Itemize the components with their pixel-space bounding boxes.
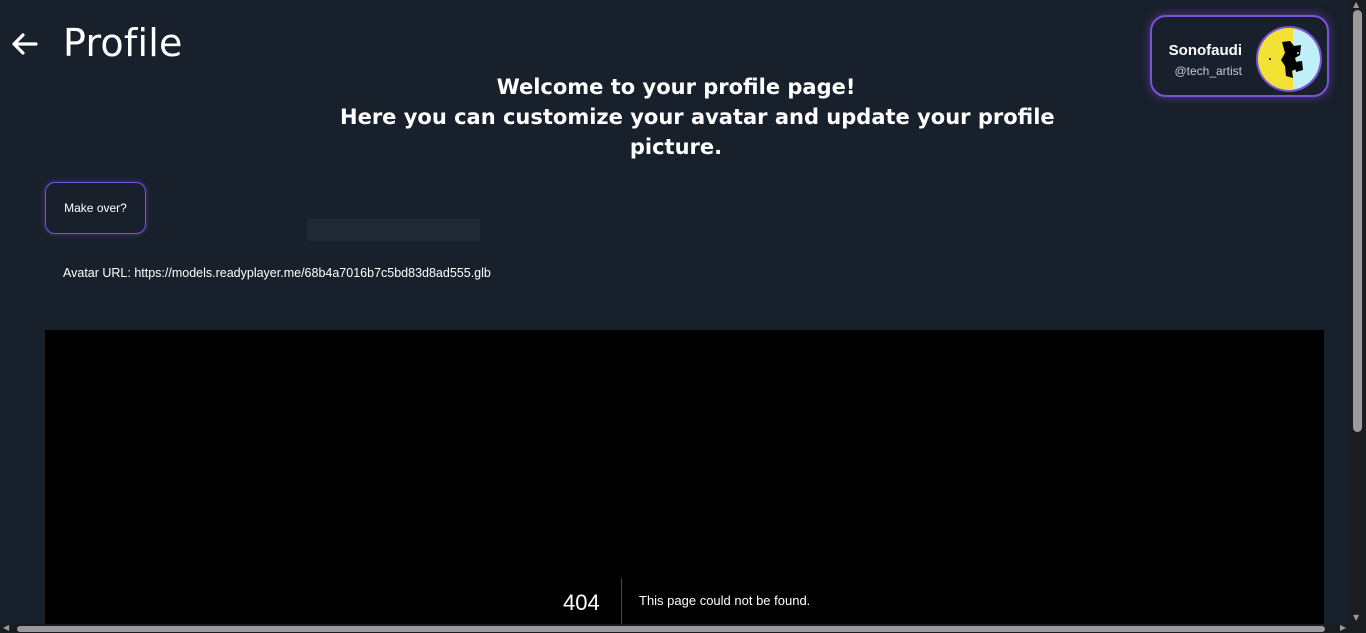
scroll-up-icon[interactable]: ▲ [1353,1,1359,9]
welcome-line-1: Welcome to your profile page! [496,75,856,99]
error-message: This page could not be found. [639,593,811,608]
avatar-viewer[interactable]: 404 This page could not be found. [45,330,1324,625]
avatar-url: Avatar URL: https://models.readyplayer.m… [63,266,491,280]
profile-page: Profile Welcome to your profile page! He… [0,0,1366,633]
make-over-button[interactable]: Make over? [45,182,146,234]
horizontal-scrollbar[interactable]: ◀ ▶ [0,624,1366,633]
profile-card[interactable]: Sonofaudi @tech_artist [1150,15,1329,97]
error-code: 404 [563,590,600,615]
horizontal-scroll-thumb[interactable] [17,626,1325,632]
welcome-line-2: Here you can customize your avatar and u… [340,105,1055,129]
scroll-left-icon[interactable]: ◀ [3,624,9,632]
page-title: Profile [63,21,183,65]
welcome-message: Welcome to your profile page! Here you c… [340,72,1055,162]
welcome-line-3: picture. [629,135,723,159]
error-divider [621,578,622,625]
profile-name: Sonofaudi [1168,42,1242,59]
avatar[interactable] [1256,26,1322,92]
vertical-scrollbar[interactable]: ▲ ▼ [1349,0,1366,624]
scroll-right-icon[interactable]: ▶ [1340,624,1346,632]
back-button[interactable] [10,29,40,59]
hidden-placeholder [307,219,480,241]
scroll-down-icon[interactable]: ▼ [1353,614,1359,622]
profile-handle: @tech_artist [1174,64,1242,78]
arrow-left-icon [12,33,38,55]
vertical-scroll-thumb[interactable] [1353,10,1362,432]
user-avatar-image [1258,28,1320,90]
